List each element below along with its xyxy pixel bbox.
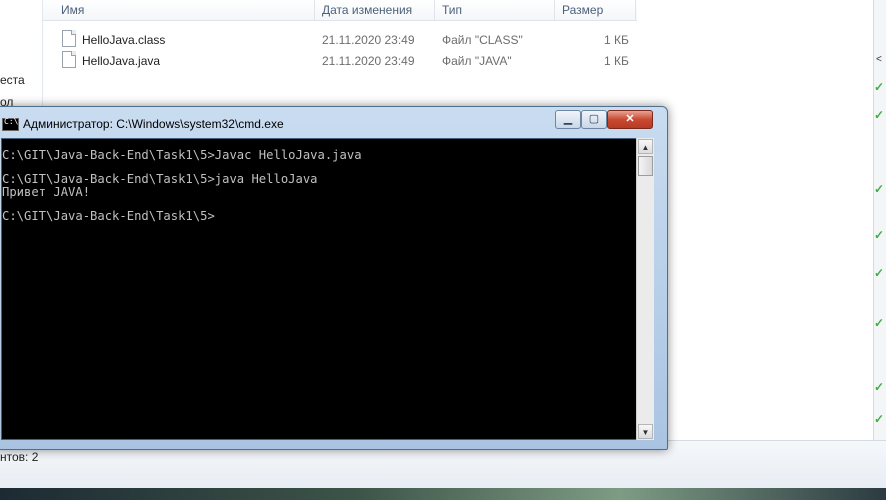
cmd-window[interactable]: C:\ Администратор: C:\Windows\system32\c… [0,106,668,450]
check-icon: ✓ [874,380,885,394]
console-output: C:\GIT\Java-Back-End\Task1\5>Javac Hello… [2,148,362,224]
minimize-icon: ▁ [563,113,573,125]
check-icon: ✓ [874,412,885,426]
check-icon: ✓ [874,108,885,122]
file-size: 1 КБ [604,54,629,68]
minimize-button[interactable]: ▁ [555,110,581,129]
column-separator[interactable] [635,0,636,20]
close-icon: ✕ [625,113,635,125]
vertical-scrollbar[interactable]: ▲ ▼ [636,138,654,440]
arrow-up-icon: ▲ [641,143,650,152]
scroll-thumb[interactable] [638,156,653,176]
column-separator[interactable] [554,0,555,20]
adjacent-window-edge [873,0,886,440]
scroll-down-button[interactable]: ▼ [638,424,653,439]
scroll-up-button[interactable]: ▲ [638,139,653,154]
maximize-icon: ▢ [588,113,600,125]
cmd-icon[interactable]: C:\ [2,117,19,131]
file-row[interactable]: HelloJava.java 21.11.2020 23:49 Файл "JA… [60,51,640,71]
file-date: 21.11.2020 23:49 [322,33,415,47]
maximize-button[interactable]: ▢ [581,110,607,129]
column-type[interactable]: Тип [442,3,462,17]
file-date: 21.11.2020 23:49 [322,54,415,68]
file-type: Файл "CLASS" [442,33,523,47]
console-area[interactable]: C:\GIT\Java-Back-End\Task1\5>Javac Hello… [1,138,637,440]
file-name: HelloJava.class [82,33,166,47]
arrow-icon: < [876,54,882,65]
arrow-down-icon: ▼ [641,428,650,437]
file-size: 1 КБ [604,33,629,47]
check-icon: ✓ [874,182,885,196]
column-size[interactable]: Размер [562,3,603,17]
column-header: Имя Дата изменения Тип Размер [43,0,637,21]
column-date[interactable]: Дата изменения [322,3,412,17]
column-separator[interactable] [434,0,435,20]
window-title: Администратор: C:\Windows\system32\cmd.e… [23,117,284,131]
check-icon: ✓ [874,228,885,242]
cmd-titlebar[interactable]: C:\ Администратор: C:\Windows\system32\c… [0,107,667,137]
taskbar [0,488,886,500]
cmd-icon-label: C:\ [4,117,19,126]
column-name[interactable]: Имя [61,3,84,17]
close-button[interactable]: ✕ [607,110,653,129]
file-icon [62,30,76,47]
check-icon: ✓ [874,316,885,330]
file-icon [62,51,76,68]
file-row[interactable]: HelloJava.class 21.11.2020 23:49 Файл "C… [60,30,640,50]
check-icon: ✓ [874,266,885,280]
column-separator[interactable] [314,0,315,20]
file-type: Файл "JAVA" [442,54,512,68]
file-name: HelloJava.java [82,54,161,68]
item-count: нтов: 2 [0,450,39,464]
check-icon: ✓ [874,80,885,94]
nav-item[interactable]: еста [0,73,25,87]
